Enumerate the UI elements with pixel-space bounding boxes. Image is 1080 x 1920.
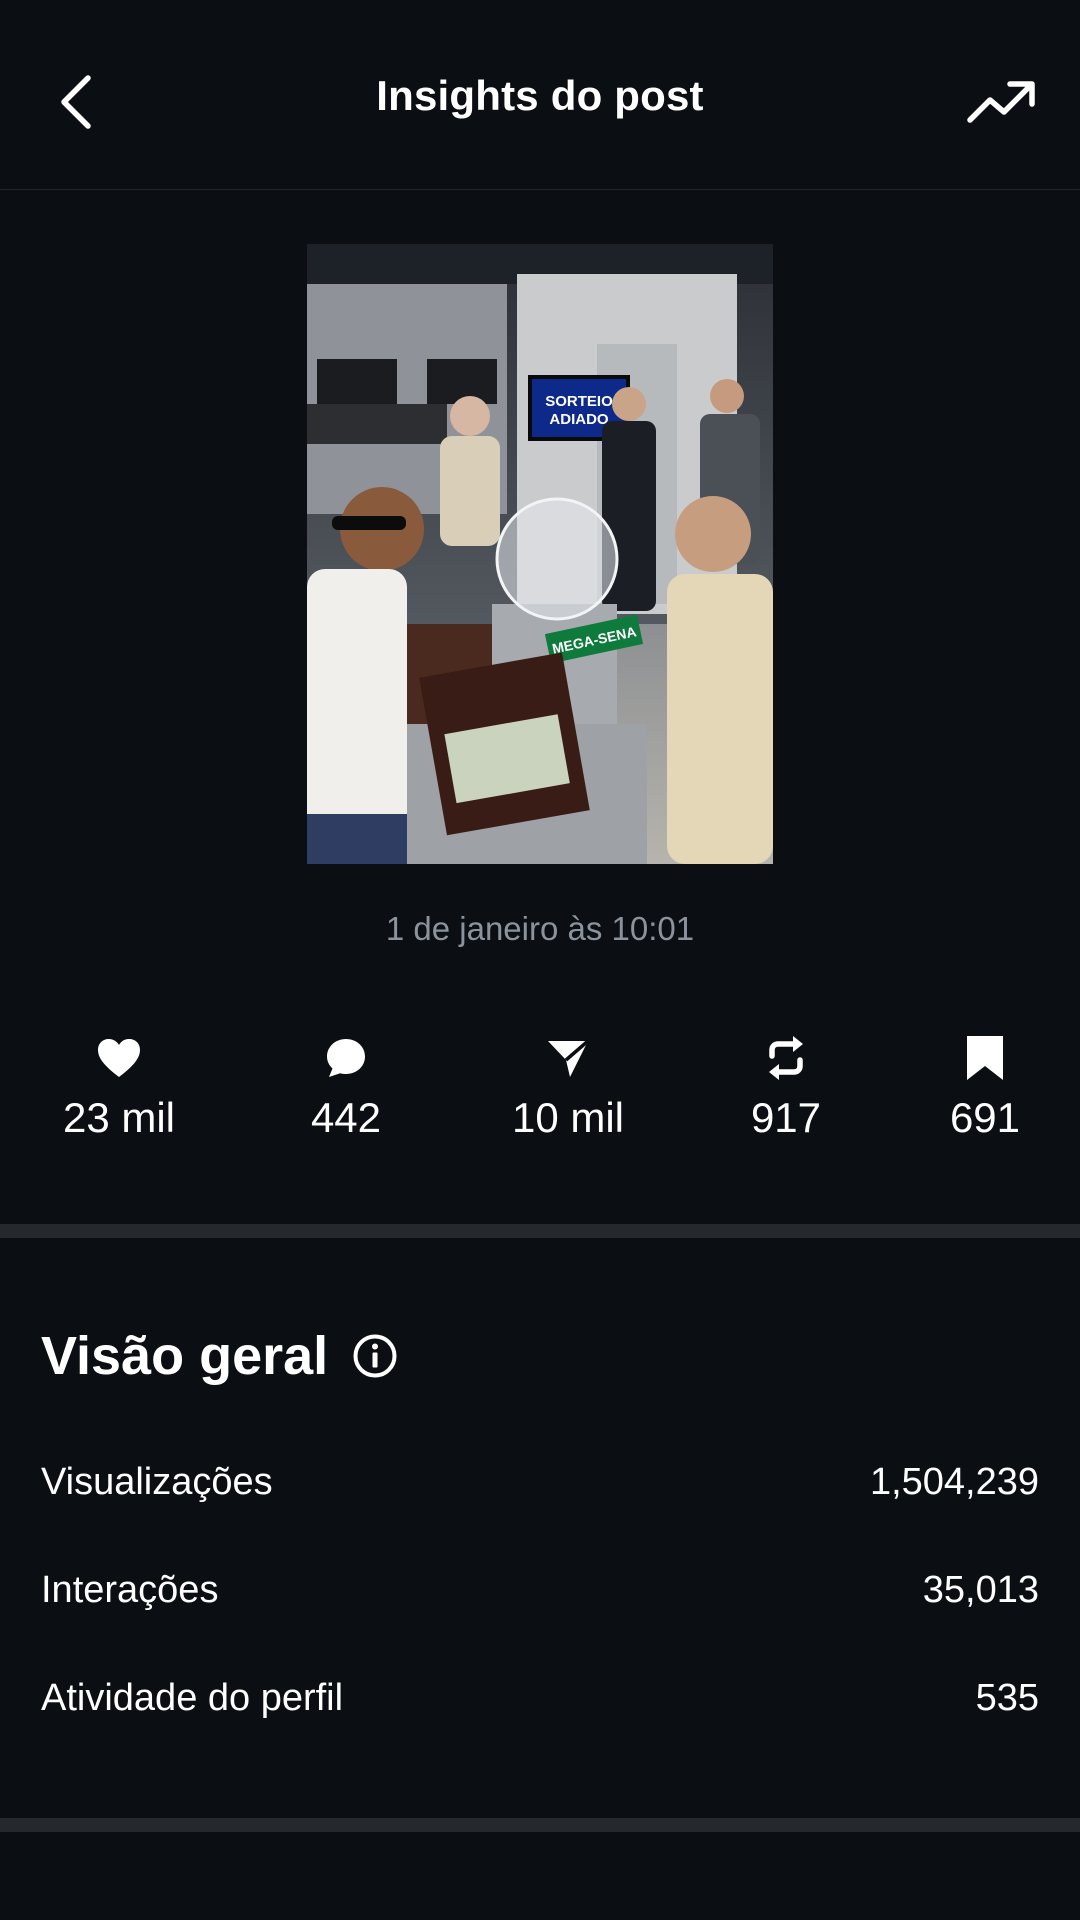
- overview-row-profile-activity[interactable]: Atividade do perfil 535: [41, 1668, 1039, 1728]
- heart-icon: [98, 1039, 140, 1077]
- send-icon: [548, 1039, 590, 1077]
- section-divider: [0, 1818, 1080, 1832]
- post-image[interactable]: SORTEIO ADIADO MEGA-SENA: [307, 244, 773, 864]
- bookmark-icon: [967, 1036, 1003, 1080]
- comments-stat[interactable]: 442: [246, 1030, 446, 1142]
- overview-row-value: 1,504,239: [869, 1460, 1039, 1503]
- reposts-stat[interactable]: 917: [686, 1030, 886, 1142]
- post-photo-illustration: SORTEIO ADIADO MEGA-SENA: [307, 244, 773, 864]
- overview-section-title: Visão geral: [41, 1325, 398, 1387]
- screen-text-line1: SORTEIO: [545, 393, 613, 410]
- post-timestamp: 1 de janeiro às 10:01: [385, 910, 695, 947]
- section-divider: [0, 1224, 1080, 1238]
- likes-count: 23 mil: [62, 1094, 176, 1141]
- likes-stat[interactable]: 23 mil: [19, 1030, 219, 1142]
- trending-button[interactable]: [964, 76, 1040, 128]
- overview-row-label: Interações: [41, 1568, 219, 1611]
- overview-row-value: 35,013: [922, 1568, 1039, 1611]
- saves-stat[interactable]: 691: [885, 1030, 1080, 1142]
- overview-row-value: 535: [975, 1676, 1039, 1719]
- trending-up-icon: [967, 81, 1035, 123]
- reposts-count: 917: [750, 1094, 822, 1141]
- overview-row-interactions[interactable]: Interações 35,013: [41, 1560, 1039, 1620]
- page-title: Insights do post: [376, 72, 704, 119]
- info-icon[interactable]: [352, 1333, 398, 1379]
- shares-count: 10 mil: [511, 1094, 625, 1141]
- saves-count: 691: [949, 1094, 1021, 1141]
- engagement-stats: 23 mil 442 10 mil 917 691: [0, 1030, 1080, 1160]
- screen-text-line2: ADIADO: [549, 411, 608, 428]
- comments-count: 442: [310, 1094, 382, 1141]
- header: Insights do post: [0, 0, 1080, 190]
- overview-row-label: Visualizações: [41, 1460, 273, 1503]
- overview-row-label: Atividade do perfil: [41, 1676, 344, 1719]
- comment-icon: [327, 1039, 365, 1077]
- overview-row-views[interactable]: Visualizações 1,504,239: [41, 1452, 1039, 1512]
- shares-stat[interactable]: 10 mil: [468, 1030, 668, 1142]
- repost-icon: [769, 1036, 803, 1080]
- overview-title-text: Visão geral: [41, 1326, 329, 1386]
